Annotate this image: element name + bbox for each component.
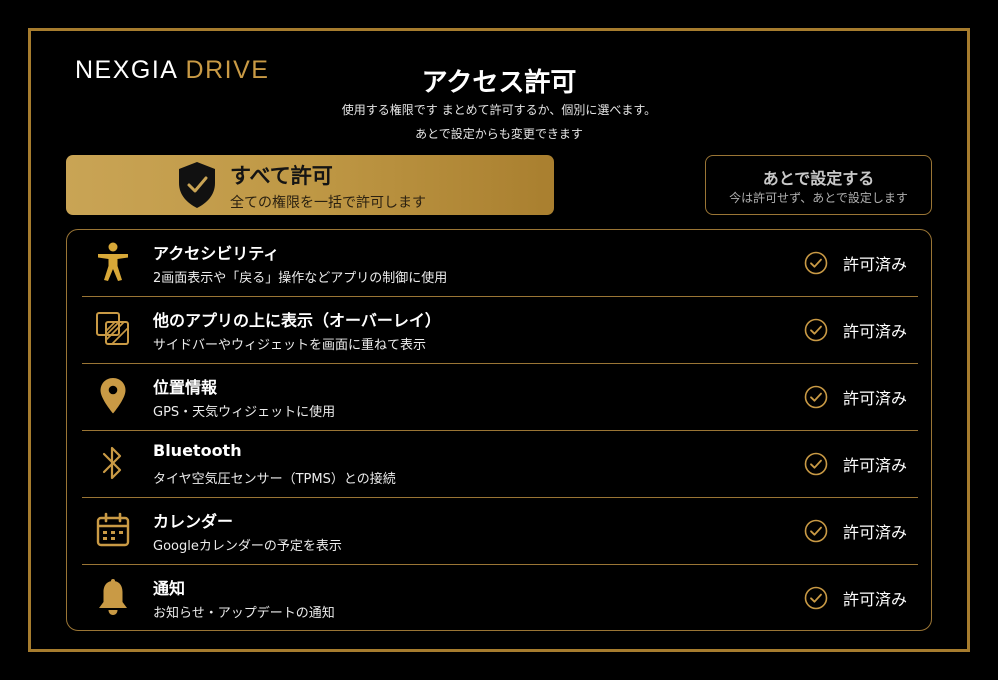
permission-description: お知らせ・アップデートの通知 xyxy=(153,606,335,621)
permission-status-text: 許可済み xyxy=(843,590,908,609)
check-circle-icon xyxy=(804,385,828,409)
permission-label: 通知 xyxy=(153,579,186,598)
permission-description: タイヤ空気圧センサー（TPMS）との接続 xyxy=(153,472,396,487)
page-subtitle-line1: 使用する権限です まとめて許可するか、個別に選べます。 xyxy=(341,103,657,117)
location-pin-icon xyxy=(94,377,132,415)
accessibility-icon xyxy=(94,242,132,281)
check-circle-icon xyxy=(804,452,828,476)
allow-all-description: 全ての権限を一括で許可します xyxy=(230,195,426,211)
permission-label: 他のアプリの上に表示（オーバーレイ） xyxy=(153,311,441,330)
check-circle-icon xyxy=(804,586,828,610)
permission-status: 許可済み xyxy=(804,452,907,476)
permission-label: アクセシビリティ xyxy=(153,244,280,263)
permission-row-overlay[interactable]: 他のアプリの上に表示（オーバーレイ） サイドバーやウィジェットを画面に重ねて表示… xyxy=(82,297,918,364)
permission-row-notification[interactable]: 通知 お知らせ・アップデートの通知 許可済み xyxy=(82,565,918,631)
calendar-icon xyxy=(94,511,132,549)
permission-status-text: 許可済み xyxy=(843,322,908,341)
permission-row-bluetooth[interactable]: Bluetooth タイヤ空気圧センサー（TPMS）との接続 許可済み xyxy=(82,431,918,498)
permission-label: カレンダー xyxy=(153,512,234,531)
check-circle-icon xyxy=(804,318,828,342)
permission-status: 許可済み xyxy=(804,318,907,342)
set-later-label: あとで設定する xyxy=(762,169,875,188)
permission-row-calendar[interactable]: カレンダー Googleカレンダーの予定を表示 許可済み xyxy=(82,498,918,565)
allow-all-label: すべて許可 xyxy=(230,164,333,188)
permission-status-text: 許可済み xyxy=(843,523,908,542)
permission-description: GPS・天気ウィジェットに使用 xyxy=(153,405,336,420)
permission-status-text: 許可済み xyxy=(843,255,908,274)
shield-check-icon xyxy=(179,162,215,208)
permission-status: 許可済み xyxy=(804,251,907,275)
overlay-icon xyxy=(94,310,132,348)
set-later-description: 今は許可せず、あとで設定します xyxy=(729,191,908,205)
check-circle-icon xyxy=(804,519,828,543)
permission-description: 2画面表示や「戻る」操作などアプリの制御に使用 xyxy=(153,271,448,286)
permission-row-accessibility[interactable]: アクセシビリティ 2画面表示や「戻る」操作などアプリの制御に使用 許可済み xyxy=(82,230,918,297)
permission-status-text: 許可済み xyxy=(843,456,908,475)
bell-icon xyxy=(94,578,132,616)
set-later-button[interactable]: あとで設定する 今は許可せず、あとで設定します xyxy=(705,155,932,215)
permission-row-location[interactable]: 位置情報 GPS・天気ウィジェットに使用 許可済み xyxy=(82,364,918,431)
permission-description: サイドバーやウィジェットを画面に重ねて表示 xyxy=(153,338,427,353)
permission-status: 許可済み xyxy=(804,385,907,409)
permission-status-text: 許可済み xyxy=(843,389,908,408)
check-circle-icon xyxy=(804,251,828,275)
permission-label: 位置情報 xyxy=(153,378,218,397)
permission-list: アクセシビリティ 2画面表示や「戻る」操作などアプリの制御に使用 許可済み 他の… xyxy=(66,229,932,631)
permission-status: 許可済み xyxy=(804,519,907,543)
permission-status: 許可済み xyxy=(804,586,907,610)
page-subtitle-line2: あとで設定からも変更できます xyxy=(415,127,583,141)
bluetooth-icon xyxy=(94,444,132,482)
page-title: アクセス許可 xyxy=(421,68,577,98)
permission-description: Googleカレンダーの予定を表示 xyxy=(153,539,342,554)
permission-label: Bluetooth xyxy=(153,441,242,460)
